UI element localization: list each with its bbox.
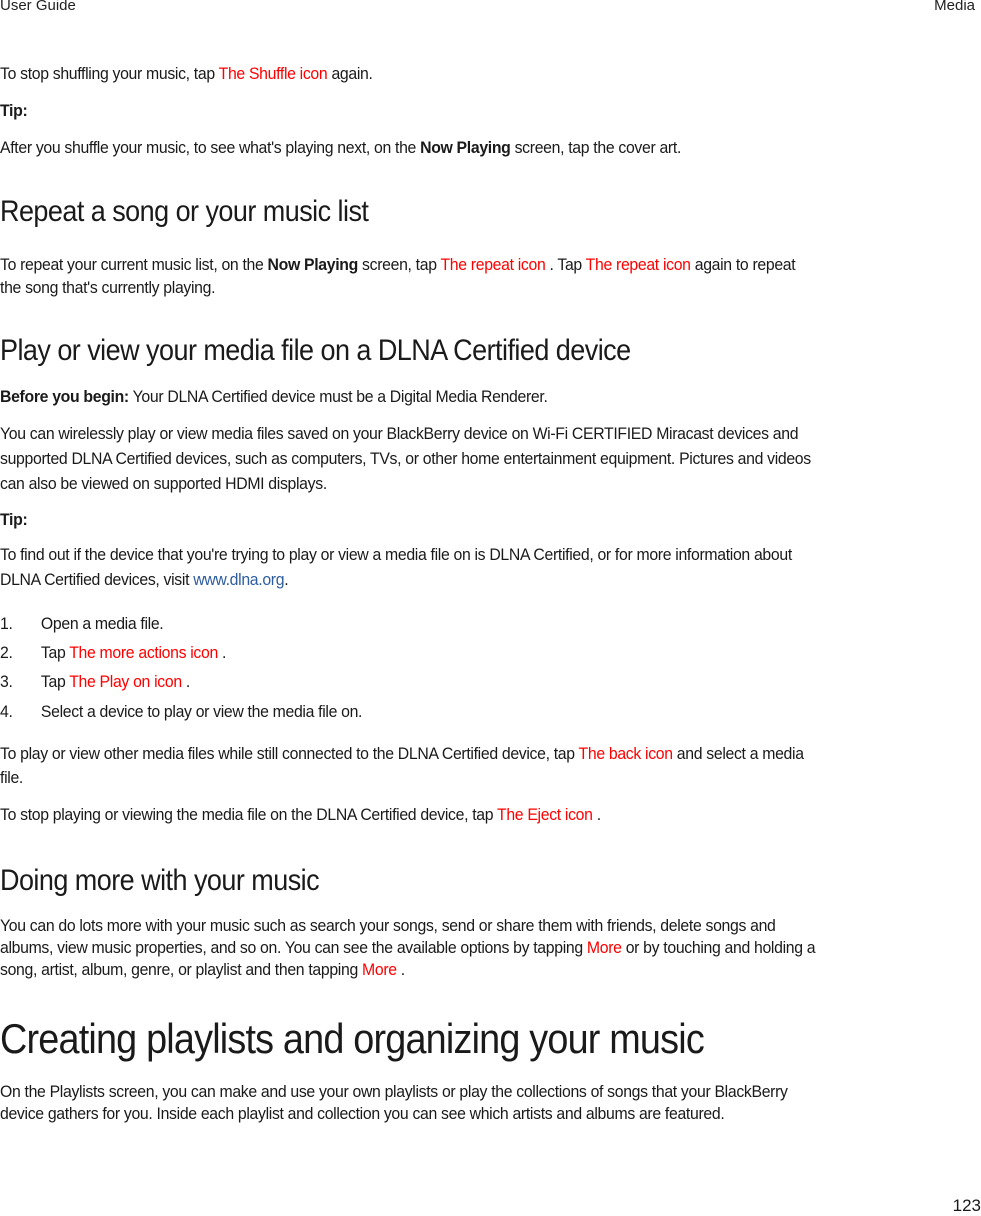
step-text: .	[217, 643, 227, 662]
shuffle-icon: The Shuffle icon	[218, 64, 328, 83]
step-number: 1.	[0, 614, 13, 633]
step-text: Tap	[40, 643, 70, 662]
text: albums, view music properties, and so on…	[0, 938, 587, 957]
text: After you shuffle your music, to see wha…	[0, 138, 421, 157]
step-text: Open a media file.	[40, 614, 164, 633]
page-number: 123	[952, 1196, 981, 1215]
step-number: 2.	[0, 643, 13, 662]
step-item: 1. Open a media file.	[0, 612, 164, 635]
playlists-line2: device gathers for you. Inside each play…	[0, 1104, 725, 1123]
text: again to repeat	[690, 255, 796, 274]
text: To play or view other media files while …	[0, 744, 579, 763]
text: .	[592, 805, 601, 824]
heading-dlna: Play or view your media file on a DLNA C…	[0, 334, 631, 367]
text: DLNA Certified devices, visit	[0, 570, 194, 589]
now-playing-term: Now Playing	[267, 255, 359, 274]
doing-more-line3: song, artist, album, genre, or playlist …	[0, 958, 405, 981]
more-icon: More	[362, 960, 397, 979]
doing-more-line2: albums, view music properties, and so on…	[0, 936, 816, 959]
text: screen, tap the cover art.	[510, 138, 682, 157]
dlna-body-line2: supported DLNA Certified devices, such a…	[0, 449, 811, 468]
text: song, artist, album, genre, or playlist …	[0, 960, 363, 979]
dlna-tip-line2: DLNA Certified devices, visit www.dlna.o…	[0, 568, 289, 591]
header-right-section-title: Media	[934, 0, 975, 14]
play-on-icon: The Play on icon	[69, 672, 182, 691]
step-number: 4.	[0, 702, 13, 721]
text: To stop playing or viewing the media fil…	[0, 805, 497, 824]
other-files-line1: To play or view other media files while …	[0, 742, 804, 765]
dlna-website-link[interactable]: www.dlna.org	[193, 570, 284, 589]
playlists-line1: On the Playlists screen, you can make an…	[0, 1082, 788, 1101]
stop-playing-paragraph: To stop playing or viewing the media fil…	[0, 803, 601, 826]
heading-doing-more: Doing more with your music	[0, 864, 320, 897]
tip-paragraph: After you shuffle your music, to see wha…	[0, 136, 681, 159]
eject-icon: The Eject icon	[496, 805, 593, 824]
dlna-body-line1: You can wirelessly play or view media fi…	[0, 424, 799, 443]
step-item: 2. Tap The more actions icon .	[0, 641, 226, 664]
repeat-paragraph-line1: To repeat your current music list, on th…	[0, 253, 796, 276]
text: .	[396, 960, 405, 979]
text: . Tap	[545, 255, 586, 274]
stop-shuffle-paragraph: To stop shuffling your music, tap The Sh…	[0, 62, 373, 85]
repeat-paragraph-line2: the song that's currently playing.	[0, 278, 216, 297]
step-item: 3. Tap The Play on icon .	[0, 670, 190, 693]
text: To repeat your current music list, on th…	[0, 255, 268, 274]
step-number: 3.	[0, 672, 13, 691]
text: To stop shuffling your music, tap	[0, 64, 219, 83]
before-you-begin: Before you begin: Your DLNA Certified de…	[0, 385, 548, 408]
step-text: .	[181, 672, 190, 691]
step-text: Tap	[40, 672, 70, 691]
step-item: 4. Select a device to play or view the me…	[0, 700, 362, 723]
heading-creating-playlists: Creating playlists and organizing your m…	[0, 1015, 705, 1062]
text: and select a media	[672, 744, 804, 763]
dlna-body-line3: can also be viewed on supported HDMI dis…	[0, 474, 327, 493]
step-text: Select a device to play or view the medi…	[40, 702, 363, 721]
heading-repeat: Repeat a song or your music list	[0, 195, 369, 228]
tip-label-text: Tip:	[0, 101, 28, 120]
more-icon: More	[586, 938, 622, 957]
now-playing-term: Now Playing	[420, 138, 511, 157]
other-files-line2: file.	[0, 768, 23, 787]
header-left-guide-title: User Guide	[0, 0, 76, 14]
more-actions-icon: The more actions icon	[69, 643, 218, 662]
text: Your DLNA Certified device must be a Dig…	[128, 387, 548, 406]
tip-label: Tip:	[0, 99, 28, 122]
text: again.	[331, 64, 373, 83]
text: screen, tap	[357, 255, 441, 274]
tip-label-text: Tip:	[0, 510, 28, 529]
text: or by touching and holding a	[621, 938, 816, 957]
before-you-begin-label: Before you begin:	[0, 387, 129, 406]
repeat-icon: The repeat icon	[440, 255, 546, 274]
doing-more-line1: You can do lots more with your music suc…	[0, 916, 776, 935]
repeat-icon: The repeat icon	[585, 255, 691, 274]
dlna-tip-label: Tip:	[0, 508, 28, 531]
text: .	[284, 570, 289, 589]
dlna-tip-line1: To find out if the device that you're tr…	[0, 545, 792, 564]
back-icon: The back icon	[578, 744, 674, 763]
